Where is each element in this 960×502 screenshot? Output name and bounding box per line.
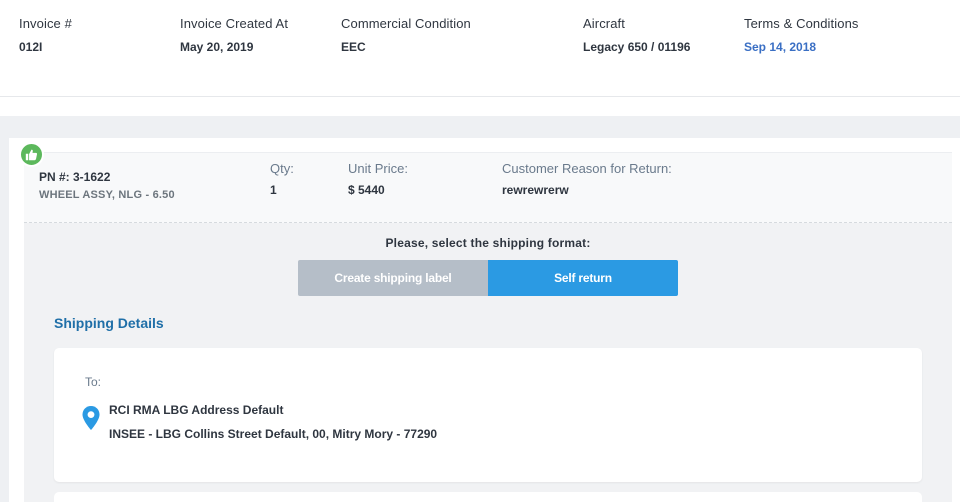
invoice-number-label: Invoice # xyxy=(19,16,72,31)
next-card-edge xyxy=(54,492,922,502)
self-return-button[interactable]: Self return xyxy=(488,260,678,296)
invoice-number-field: Invoice # 012I xyxy=(19,16,72,54)
invoice-created-label: Invoice Created At xyxy=(180,16,289,31)
part-number: PN #: 3-1622 xyxy=(39,170,111,184)
commercial-condition-value: EEC xyxy=(341,40,366,54)
aircraft-field: Aircraft Legacy 650 / 01196 xyxy=(583,16,690,54)
terms-field: Terms & Conditions Sep 14, 2018 xyxy=(744,16,859,54)
invoice-created-field: Invoice Created At May 20, 2019 xyxy=(180,16,288,54)
shipping-format-prompt: Please, select the shipping format: xyxy=(385,236,591,250)
qty-label: Qty: xyxy=(270,161,294,176)
commercial-condition-label: Commercial Condition xyxy=(341,16,471,31)
aircraft-value: Legacy 650 / 01196 xyxy=(583,40,691,54)
thumbs-up-icon xyxy=(19,142,44,167)
terms-label: Terms & Conditions xyxy=(744,16,859,31)
map-pin-icon xyxy=(81,405,101,431)
unit-price-label: Unit Price: xyxy=(348,161,408,176)
return-reason-label: Customer Reason for Return: xyxy=(502,161,672,176)
commercial-condition-field: Commercial Condition EEC xyxy=(341,16,471,54)
address-line: INSEE - LBG Collins Street Default, 00, … xyxy=(109,427,438,441)
aircraft-label: Aircraft xyxy=(583,16,625,31)
to-label: To: xyxy=(85,375,102,389)
return-reason-value: rewrewrerw xyxy=(502,183,569,197)
shipping-details-title: Shipping Details xyxy=(54,315,164,331)
create-shipping-label-button[interactable]: Create shipping label xyxy=(298,260,488,296)
address-name: RCI RMA LBG Address Default xyxy=(109,403,284,417)
terms-date-link[interactable]: Sep 14, 2018 xyxy=(744,40,859,54)
qty-value: 1 xyxy=(270,183,277,197)
part-description: WHEEL ASSY, NLG - 6.50 xyxy=(39,189,175,201)
invoice-created-value: May 20, 2019 xyxy=(180,40,254,54)
unit-price-value: $ 5440 xyxy=(348,183,385,197)
invoice-header: Invoice # 012I Invoice Created At May 20… xyxy=(0,0,960,97)
item-summary-row xyxy=(24,152,952,223)
invoice-number-value: 012I xyxy=(19,40,43,54)
